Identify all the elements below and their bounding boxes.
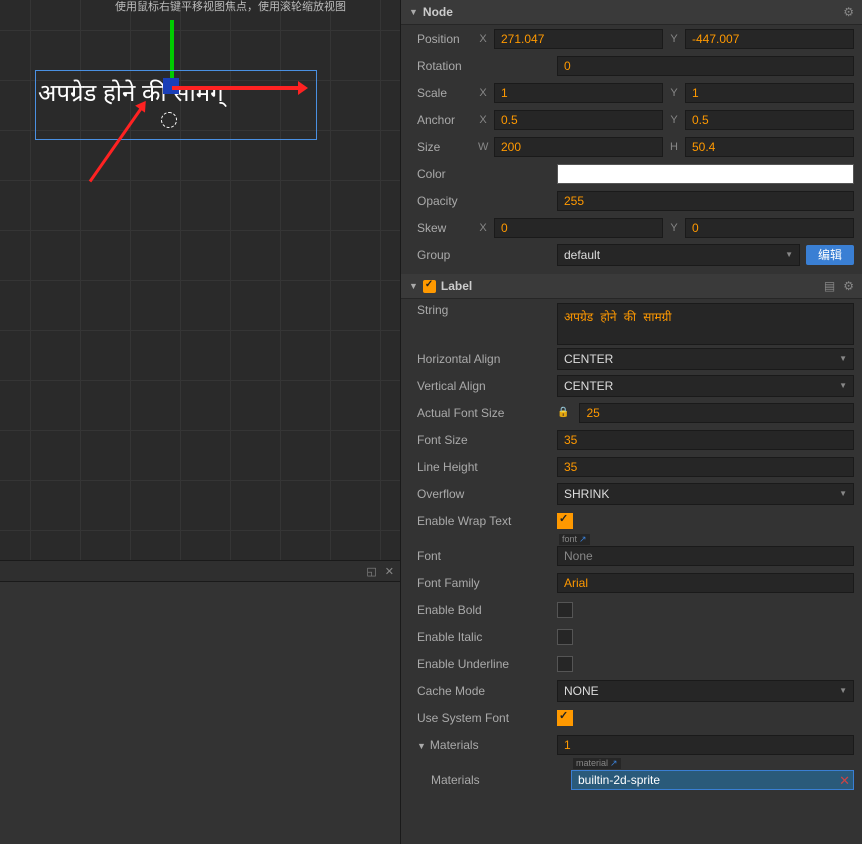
- gear-icon[interactable]: ⚙: [843, 279, 854, 293]
- italic-label: Enable Italic: [409, 630, 557, 644]
- close-icon[interactable]: ✕: [385, 565, 394, 578]
- skew-x-input[interactable]: [494, 218, 663, 238]
- system-font-label: Use System Font: [409, 711, 557, 725]
- anchor-indicator[interactable]: [161, 112, 177, 128]
- font-family-input[interactable]: [557, 573, 854, 593]
- inspector-panel: ▼ Node ⚙ Position X Y Rotation Scale X Y: [401, 0, 862, 844]
- color-swatch[interactable]: [557, 164, 854, 184]
- halign-select[interactable]: CENTER▼: [557, 348, 854, 370]
- size-w-input[interactable]: [494, 137, 663, 157]
- skew-y-input[interactable]: [685, 218, 854, 238]
- material-asset-input[interactable]: [571, 770, 854, 790]
- group-edit-button[interactable]: 编辑: [806, 245, 854, 265]
- string-label: String: [409, 303, 557, 317]
- wrap-checkbox[interactable]: [557, 513, 573, 529]
- scale-x-input[interactable]: [494, 83, 663, 103]
- canvas-viewport[interactable]: 使用鼠标右键平移视图焦点，使用滚轮缩放视图 अपग्रेड होने की सा…: [0, 0, 401, 844]
- restore-icon[interactable]: ◱: [366, 565, 376, 578]
- scale-y-input[interactable]: [685, 83, 854, 103]
- anchor-label: Anchor: [409, 113, 478, 127]
- valign-select[interactable]: CENTER▼: [557, 375, 854, 397]
- cache-mode-select[interactable]: NONE▼: [557, 680, 854, 702]
- node-section-header[interactable]: ▼ Node ⚙: [401, 0, 862, 25]
- material-tag[interactable]: material: [573, 758, 621, 769]
- material-remove-icon[interactable]: ✕: [839, 773, 850, 789]
- font-family-label: Font Family: [409, 576, 557, 590]
- font-size-label: Font Size: [409, 433, 557, 447]
- cache-mode-label: Cache Mode: [409, 684, 557, 698]
- underline-checkbox[interactable]: [557, 656, 573, 672]
- string-textarea[interactable]: [557, 303, 854, 345]
- line-height-input[interactable]: [557, 457, 854, 477]
- group-label: Group: [409, 248, 557, 262]
- book-icon[interactable]: ▤: [824, 279, 835, 293]
- rotation-label: Rotation: [409, 59, 557, 73]
- section-title: Label: [441, 279, 472, 293]
- gear-icon[interactable]: ⚙: [843, 5, 854, 19]
- materials-label[interactable]: ▼Materials: [409, 738, 557, 752]
- opacity-label: Opacity: [409, 194, 557, 208]
- font-size-input[interactable]: [557, 430, 854, 450]
- position-x-input[interactable]: [494, 29, 663, 49]
- system-font-checkbox[interactable]: [557, 710, 573, 726]
- anchor-x-input[interactable]: [494, 110, 663, 130]
- skew-label: Skew: [409, 221, 478, 235]
- valign-label: Vertical Align: [409, 379, 557, 393]
- x-axis-gizmo[interactable]: [172, 86, 300, 90]
- anchor-y-input[interactable]: [685, 110, 854, 130]
- materials-count-input[interactable]: [557, 735, 854, 755]
- italic-checkbox[interactable]: [557, 629, 573, 645]
- component-enabled-checkbox[interactable]: [423, 280, 436, 293]
- overflow-label: Overflow: [409, 487, 557, 501]
- section-title: Node: [423, 5, 453, 19]
- size-h-input[interactable]: [685, 137, 854, 157]
- lower-panel: ◱ ✕: [0, 560, 400, 844]
- lock-icon[interactable]: 🔒: [557, 407, 569, 418]
- size-label: Size: [409, 140, 478, 154]
- group-select[interactable]: default▼: [557, 244, 800, 266]
- font-tag[interactable]: font: [559, 534, 590, 545]
- font-asset-input[interactable]: [557, 546, 854, 566]
- scale-label: Scale: [409, 86, 478, 100]
- line-height-label: Line Height: [409, 460, 557, 474]
- underline-label: Enable Underline: [409, 657, 557, 671]
- bold-checkbox[interactable]: [557, 602, 573, 618]
- wrap-label: Enable Wrap Text: [409, 514, 557, 528]
- label-section-header[interactable]: ▼ Label ▤ ⚙: [401, 274, 862, 299]
- color-label: Color: [409, 167, 557, 181]
- collapse-icon: ▼: [409, 281, 418, 291]
- actual-font-size-label: Actual Font Size: [409, 406, 557, 420]
- canvas-hint: 使用鼠标右键平移视图焦点，使用滚轮缩放视图: [115, 0, 346, 14]
- actual-font-size-input[interactable]: [579, 403, 854, 423]
- overflow-select[interactable]: SHRINK▼: [557, 483, 854, 505]
- font-label: Font: [409, 549, 557, 563]
- opacity-input[interactable]: [557, 191, 854, 211]
- rotation-input[interactable]: [557, 56, 854, 76]
- materials-item-label: Materials: [409, 773, 571, 787]
- collapse-icon: ▼: [409, 7, 418, 17]
- position-y-input[interactable]: [685, 29, 854, 49]
- position-label: Position: [409, 32, 478, 46]
- bold-label: Enable Bold: [409, 603, 557, 617]
- halign-label: Horizontal Align: [409, 352, 557, 366]
